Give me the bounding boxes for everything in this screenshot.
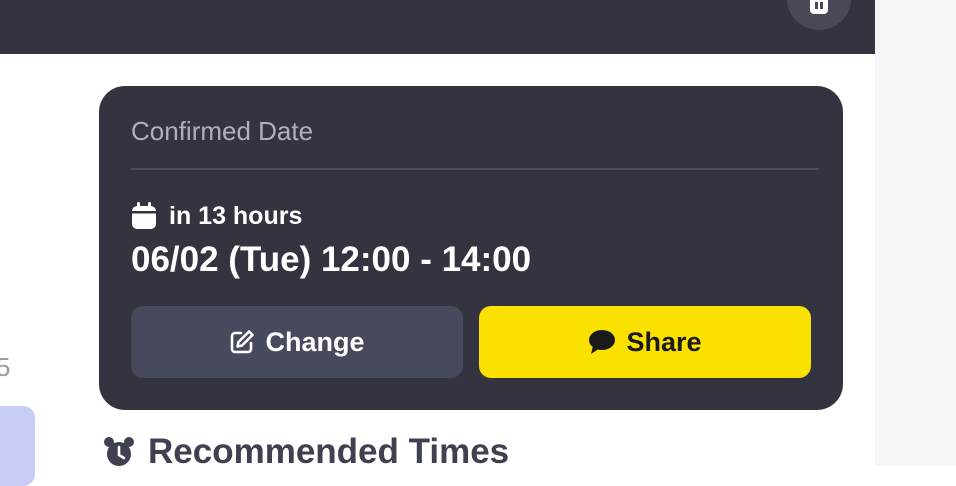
share-button-label: Share [626, 326, 702, 357]
section-heading-text: Recommended Times [148, 432, 510, 471]
card-divider [131, 168, 819, 170]
confirmed-datetime: 06/02 (Tue) 12:00 - 14:00 [131, 240, 532, 279]
share-button[interactable]: Share [479, 306, 811, 378]
relative-time: in 13 hours [169, 201, 303, 230]
recommended-times-heading: Recommended Times [102, 430, 509, 474]
relative-time-row: in 13 hours [131, 200, 302, 232]
calendar-day-number: 5 [0, 352, 11, 382]
change-button[interactable]: Change [131, 306, 463, 378]
chat-bubble-icon [589, 330, 616, 354]
edit-icon [231, 330, 255, 354]
top-bar [0, 0, 875, 54]
change-button-label: Change [265, 326, 365, 357]
calendar-day-chip[interactable] [0, 406, 35, 486]
alarm-clock-icon [104, 437, 134, 466]
profile-icon [810, 0, 828, 14]
calendar-icon [132, 202, 156, 229]
right-gutter [875, 0, 956, 466]
card-title: Confirmed Date [131, 116, 314, 146]
confirmed-date-card: Confirmed Date in 13 hours 06/02 (Tue) 1… [99, 86, 843, 410]
